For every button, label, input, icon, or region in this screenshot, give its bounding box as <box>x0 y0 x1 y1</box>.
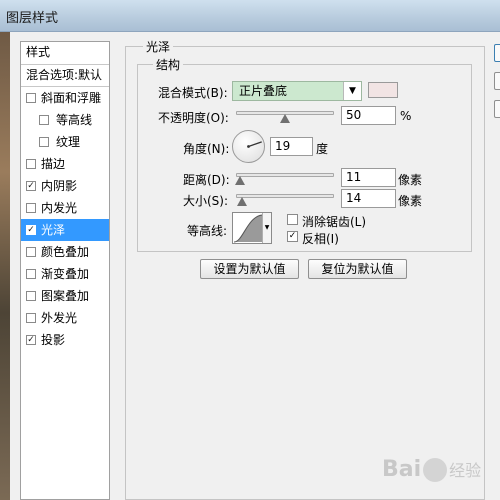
opacity-slider-handle[interactable] <box>280 114 290 123</box>
baidu-watermark-logo: Bai 经验 <box>382 448 497 492</box>
reset-default-button[interactable]: 复位为默认值 <box>308 259 407 279</box>
opacity-input[interactable]: 50 <box>341 106 396 125</box>
style-item[interactable]: 外发光 <box>21 307 109 329</box>
style-item-checkbox[interactable]: ✓ <box>26 181 36 191</box>
style-item-checkbox[interactable] <box>26 93 36 103</box>
style-item-checkbox[interactable]: ✓ <box>26 335 36 345</box>
blend-options-item[interactable]: 混合选项:默认 <box>21 65 109 87</box>
style-item[interactable]: ✓ 投影 <box>21 329 109 351</box>
style-item[interactable]: 等高线 <box>21 109 109 131</box>
style-item[interactable]: ✓ 内阴影 <box>21 175 109 197</box>
opacity-unit: % <box>400 109 412 123</box>
style-item-checkbox[interactable]: ✓ <box>26 225 36 235</box>
cancel-button-edge[interactable] <box>494 72 500 90</box>
distance-slider[interactable] <box>236 173 334 177</box>
style-item-checkbox[interactable] <box>39 115 49 125</box>
watermark-text: Bai <box>382 457 422 482</box>
style-item-label: 内发光 <box>41 201 78 215</box>
style-item[interactable]: 斜面和浮雕 <box>21 87 109 109</box>
satin-color-swatch[interactable] <box>368 82 398 98</box>
style-item-label: 斜面和浮雕 <box>41 91 102 105</box>
size-slider[interactable] <box>236 194 334 198</box>
style-items: 斜面和浮雕等高线纹理描边 ✓ 内阴影内发光 ✓ 光泽颜色叠加渐变叠加图案叠加外发光 ✓ 投影 <box>21 87 109 351</box>
invert-label[interactable]: 反相(I) <box>302 230 339 247</box>
distance-input[interactable]: 11 <box>341 168 396 187</box>
style-item-checkbox[interactable] <box>26 247 36 257</box>
style-item-label: 颜色叠加 <box>41 245 90 259</box>
make-default-button[interactable]: 设置为默认值 <box>200 259 299 279</box>
style-item-label: 投影 <box>41 333 66 347</box>
style-item-label: 描边 <box>41 157 66 171</box>
blend-mode-value: 正片叠底 <box>239 84 288 98</box>
style-item-checkbox[interactable] <box>26 291 36 301</box>
style-item-label: 纹理 <box>56 135 81 149</box>
angle-input[interactable]: 19 <box>270 137 313 156</box>
contour-label: 等高线: <box>187 224 228 238</box>
style-item-label: 等高线 <box>56 113 93 127</box>
chevron-down-icon[interactable]: ▼ <box>343 82 361 100</box>
style-item[interactable]: 图案叠加 <box>21 285 109 307</box>
watermark-suffix: 经验 <box>449 461 482 480</box>
style-item[interactable]: 渐变叠加 <box>21 263 109 285</box>
style-item[interactable]: 纹理 <box>21 131 109 153</box>
title-bar: 图层样式 <box>0 0 500 32</box>
contour-picker[interactable]: ▼ <box>232 212 272 244</box>
style-item[interactable]: 颜色叠加 <box>21 241 109 263</box>
size-input[interactable]: 14 <box>341 189 396 208</box>
distance-label: 距离(D): <box>183 173 230 187</box>
style-item[interactable]: 描边 <box>21 153 109 175</box>
size-unit: 像素 <box>398 194 423 208</box>
style-item-label: 渐变叠加 <box>41 267 90 281</box>
size-label: 大小(S): <box>183 194 229 208</box>
angle-unit: 度 <box>316 142 329 156</box>
opacity-label: 不透明度(O): <box>158 111 229 125</box>
background-strip <box>0 32 10 500</box>
window-title: 图层样式 <box>6 11 59 26</box>
distance-unit: 像素 <box>398 173 423 187</box>
style-item-checkbox[interactable] <box>39 137 49 147</box>
satin-title: 光泽 <box>143 38 174 55</box>
angle-dial[interactable] <box>232 130 265 163</box>
blend-mode-select[interactable]: 正片叠底 ▼ <box>232 81 362 101</box>
styles-list: 样式 混合选项:默认 斜面和浮雕等高线纹理描边 ✓ 内阴影内发光 ✓ 光泽颜色叠加渐变叠… <box>20 41 110 500</box>
style-item-checkbox[interactable] <box>26 203 36 213</box>
size-slider-handle[interactable] <box>236 197 247 206</box>
new-style-button-edge[interactable] <box>494 100 500 118</box>
ok-button-edge[interactable] <box>494 44 500 62</box>
style-item-checkbox[interactable] <box>26 269 36 279</box>
blend-mode-label: 混合模式(B): <box>158 86 228 100</box>
anti-alias-label[interactable]: 消除锯齿(L) <box>302 213 366 230</box>
style-item[interactable]: ✓ 光泽 <box>21 219 109 241</box>
contour-curve-icon <box>233 214 263 243</box>
angle-needle <box>247 141 262 148</box>
structure-title: 结构 <box>153 56 184 73</box>
paw-icon <box>423 458 448 482</box>
anti-alias-checkbox[interactable] <box>287 214 298 225</box>
style-item-label: 外发光 <box>41 311 78 325</box>
style-item-label: 内阴影 <box>41 179 78 193</box>
style-item[interactable]: 内发光 <box>21 197 109 219</box>
style-item-label: 图案叠加 <box>41 289 90 303</box>
style-item-label: 光泽 <box>41 223 66 237</box>
chevron-down-icon[interactable]: ▼ <box>262 213 271 243</box>
angle-label: 角度(N): <box>183 142 230 156</box>
style-item-checkbox[interactable] <box>26 159 36 169</box>
invert-checkbox[interactable]: ✓ <box>287 231 298 242</box>
distance-slider-handle[interactable] <box>234 176 245 185</box>
styles-header[interactable]: 样式 <box>21 42 109 65</box>
style-item-checkbox[interactable] <box>26 313 36 323</box>
